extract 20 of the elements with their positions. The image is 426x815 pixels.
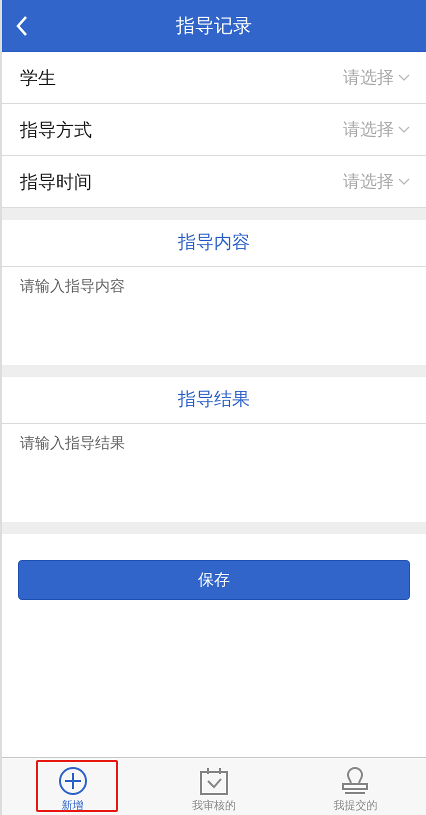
select-placeholder: 请选择 <box>343 171 394 193</box>
select-placeholder: 请选择 <box>343 119 394 141</box>
tab[interactable]: 新增 <box>2 758 144 815</box>
field-label: 指导方式 <box>20 118 93 142</box>
stamp-icon <box>340 766 370 796</box>
chevron-down-icon <box>398 178 410 186</box>
select-field[interactable]: 学生 请选择 <box>2 52 426 104</box>
select-placeholder: 请选择 <box>343 67 394 89</box>
select-field[interactable]: 指导方式 请选择 <box>2 104 426 156</box>
chevron-down-icon <box>398 126 410 134</box>
chevron-left-icon <box>16 15 28 37</box>
calendar-check-icon <box>198 766 229 796</box>
chevron-down-icon <box>398 74 410 82</box>
tab[interactable]: 我提交的 <box>284 758 426 815</box>
save-button[interactable]: 保存 <box>18 560 410 600</box>
plus-circle-icon <box>58 766 88 796</box>
field-label: 指导时间 <box>20 170 93 194</box>
page-title: 指导记录 <box>176 14 252 39</box>
tab[interactable]: 我审核的 <box>143 758 285 815</box>
field-label: 学生 <box>20 66 57 90</box>
